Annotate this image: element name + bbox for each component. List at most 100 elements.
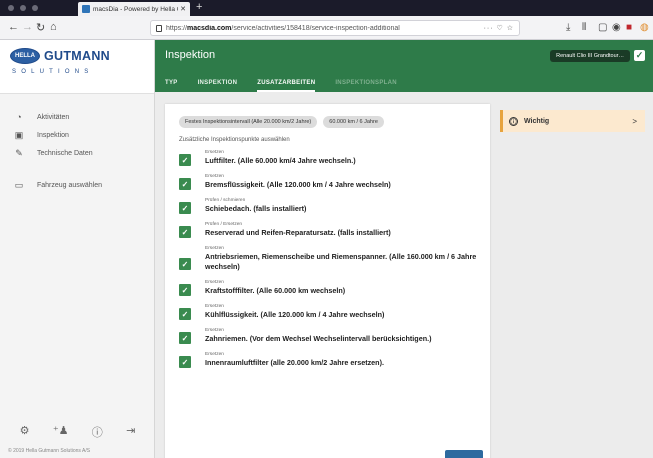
inspection-tabs: TYP INSPEKTION ZUSATZARBEITEN INSPEKTION…: [165, 74, 417, 92]
list-item[interactable]: ✓ Ersetzen Innenraumluftfilter (alle 20.0…: [179, 351, 478, 368]
sidebar-item-activities[interactable]: ◔ Aktivitäten: [0, 108, 154, 126]
sidebar-item-label: Fahrzeug auswählen: [37, 181, 102, 189]
checkbox-checked-icon[interactable]: ✓: [179, 178, 191, 190]
logo: HELLA GUTMANN SOLUTIONS: [0, 40, 154, 94]
sidebar-icon[interactable]: ▢: [598, 22, 607, 33]
item-title: Innenraumluftfilter (alle 20.000 km/2 Ja…: [205, 358, 384, 367]
item-title: Luftfilter. (Alle 60.000 km/4 Jahre wech…: [205, 156, 356, 165]
list-item[interactable]: ✓ Ersetzen Luftfilter. (Alle 60.000 km/4 …: [179, 149, 478, 166]
sidebar-menu: ◔ Aktivitäten ▣ Inspektion ✎ Technische …: [0, 94, 154, 194]
reload-icon[interactable]: ↻: [36, 21, 45, 34]
sidebar-item-inspection[interactable]: ▣ Inspektion: [0, 126, 154, 144]
next-button[interactable]: [445, 450, 483, 458]
back-icon[interactable]: ←: [8, 21, 19, 33]
activity-icon: ◔: [16, 112, 22, 122]
settings-icon[interactable]: ⚙: [20, 424, 30, 440]
url-actions[interactable]: ··· ♡ ☆: [484, 24, 514, 32]
important-label: Wichtig: [524, 117, 550, 125]
close-tab-icon[interactable]: ✕: [180, 5, 186, 13]
item-title: Antriebsriemen, Riemenscheibe und Riemen…: [205, 252, 477, 271]
sidebar-item-label: Aktivitäten: [37, 113, 70, 121]
item-category: Prüfen / schmieren: [205, 198, 246, 203]
checkbox-checked-icon[interactable]: ✓: [179, 332, 191, 344]
new-tab-button[interactable]: +: [196, 1, 202, 13]
logo-badge: HELLA: [10, 48, 40, 64]
page-title: Inspektion: [165, 49, 216, 61]
window-minimize-dot[interactable]: [20, 5, 26, 11]
tab-zusatzarbeiten[interactable]: ZUSATZARBEITEN: [257, 74, 316, 92]
important-notice[interactable]: ⓘ Wichtig >: [500, 110, 645, 132]
tab-inspektion[interactable]: INSPEKTION: [198, 74, 238, 92]
item-category: Ersetzen: [205, 328, 224, 333]
extension-icon[interactable]: ◉: [612, 22, 621, 33]
item-category: Ersetzen: [205, 352, 224, 357]
info-icon: ⓘ: [509, 116, 518, 126]
logo-name: GUTMANN: [44, 49, 110, 63]
list-item[interactable]: ✓ Ersetzen Kühlflüssigkeit. (Alle 120.000…: [179, 303, 478, 320]
browser-toolbar: ← → ↻ ⌂ https://macsdia.com/service/acti…: [0, 16, 653, 40]
addon-icon[interactable]: ■: [626, 22, 632, 33]
copyright: © 2019 Hella Gutmann Solutions A/S: [8, 448, 91, 454]
sidebar-item-technical-data[interactable]: ✎ Technische Daten: [0, 144, 154, 162]
sidebar-item-label: Technische Daten: [37, 149, 93, 157]
list-item[interactable]: ✓ Prüfen / schmieren Schiebedach. (falls …: [179, 197, 478, 214]
home-icon[interactable]: ⌂: [50, 21, 57, 33]
window-maximize-dot[interactable]: [32, 5, 38, 11]
car-icon: ▭: [14, 179, 24, 190]
browser-tab-title: macsDia - Powered by Hella Gut…: [93, 5, 178, 13]
logout-icon[interactable]: ⇥: [126, 424, 135, 440]
confirm-check-icon[interactable]: ✓: [634, 50, 645, 61]
info-icon[interactable]: ⓘ: [92, 424, 103, 440]
list-item[interactable]: ✓ Ersetzen Zahnriemen. (Vor dem Wechsel W…: [179, 327, 478, 344]
lock-icon: [156, 24, 162, 32]
sidebar: HELLA GUTMANN SOLUTIONS ◔ Aktivitäten ▣ …: [0, 40, 155, 458]
download-icon[interactable]: ⤓: [566, 22, 570, 33]
list-item[interactable]: ✓ Ersetzen Antriebsriemen, Riemenscheibe …: [179, 245, 478, 272]
browser-tab-bar: macsDia - Powered by Hella Gut… ✕ +: [0, 0, 653, 16]
sidebar-item-label: Inspektion: [37, 131, 69, 139]
checkbox-checked-icon[interactable]: ✓: [179, 202, 191, 214]
item-title: Kühlflüssigkeit. (Alle 120.000 km / 4 Ja…: [205, 310, 385, 319]
item-title: Kraftstofffilter. (Alle 60.000 km wechse…: [205, 286, 346, 295]
item-category: Ersetzen: [205, 174, 224, 179]
item-category: Ersetzen: [205, 150, 224, 155]
sidebar-footer: ⚙ ⁺♟ ⓘ ⇥: [0, 424, 155, 440]
window-close-dot[interactable]: [8, 5, 14, 11]
forward-icon[interactable]: →: [22, 21, 33, 33]
checkbox-checked-icon[interactable]: ✓: [179, 258, 191, 270]
user-add-icon[interactable]: ⁺♟: [53, 424, 69, 440]
item-title: Reserverad und Reifen-Reparatursatz. (fa…: [205, 228, 391, 237]
sidebar-item-select-vehicle[interactable]: ▭ Fahrzeug auswählen: [0, 176, 154, 194]
chevron-right-icon: >: [632, 116, 637, 126]
item-category: Ersetzen: [205, 280, 224, 285]
inspection-icon: ▣: [14, 129, 24, 140]
item-title: Schiebedach. (falls installiert): [205, 204, 307, 213]
item-category: Ersetzen: [205, 304, 224, 309]
checkbox-checked-icon[interactable]: ✓: [179, 356, 191, 368]
checkbox-checked-icon[interactable]: ✓: [179, 154, 191, 166]
address-url[interactable]: https://macsdia.com/service/activities/1…: [166, 25, 480, 32]
section-label: Zusätzliche Inspektionspunkte auswählen: [179, 137, 290, 143]
list-item[interactable]: ✓ Ersetzen Kraftstofffilter. (Alle 60.000…: [179, 279, 478, 296]
library-icon[interactable]: ⫴: [582, 22, 586, 33]
tab-typ[interactable]: TYP: [165, 74, 178, 92]
favicon-icon: [82, 5, 90, 13]
address-bar[interactable]: https://macsdia.com/service/activities/1…: [150, 20, 520, 36]
interval-chip: Festes Inspektionsintervall (Alle 20.000…: [179, 116, 318, 128]
list-item[interactable]: ✓ Ersetzen Bremsflüssigkeit. (Alle 120.00…: [179, 173, 478, 190]
checkbox-checked-icon[interactable]: ✓: [179, 308, 191, 320]
wrench-icon: ✎: [15, 147, 23, 158]
additional-work-card: Festes Inspektionsintervall (Alle 20.000…: [165, 104, 490, 458]
menu-icon[interactable]: ◍: [640, 22, 649, 33]
tab-inspektionsplan: INSPEKTIONSPLAN: [335, 80, 397, 86]
browser-tab[interactable]: macsDia - Powered by Hella Gut… ✕: [78, 2, 190, 16]
page-header: Inspektion Renault Clio III Grandtour… ✓…: [155, 40, 653, 92]
main-content: Festes Inspektionsintervall (Alle 20.000…: [155, 92, 653, 458]
checkbox-checked-icon[interactable]: ✓: [179, 284, 191, 296]
item-title: Bremsflüssigkeit. (Alle 120.000 km / 4 J…: [205, 180, 391, 189]
mileage-chip: 60.000 km / 6 Jahre: [323, 116, 384, 128]
list-item[interactable]: ✓ Prüfen / Ersetzen Reserverad und Reifen…: [179, 221, 478, 238]
checkbox-checked-icon[interactable]: ✓: [179, 226, 191, 238]
item-title: Zahnriemen. (Vor dem Wechsel Wechselinte…: [205, 334, 432, 343]
vehicle-selector[interactable]: Renault Clio III Grandtour…: [550, 50, 630, 62]
